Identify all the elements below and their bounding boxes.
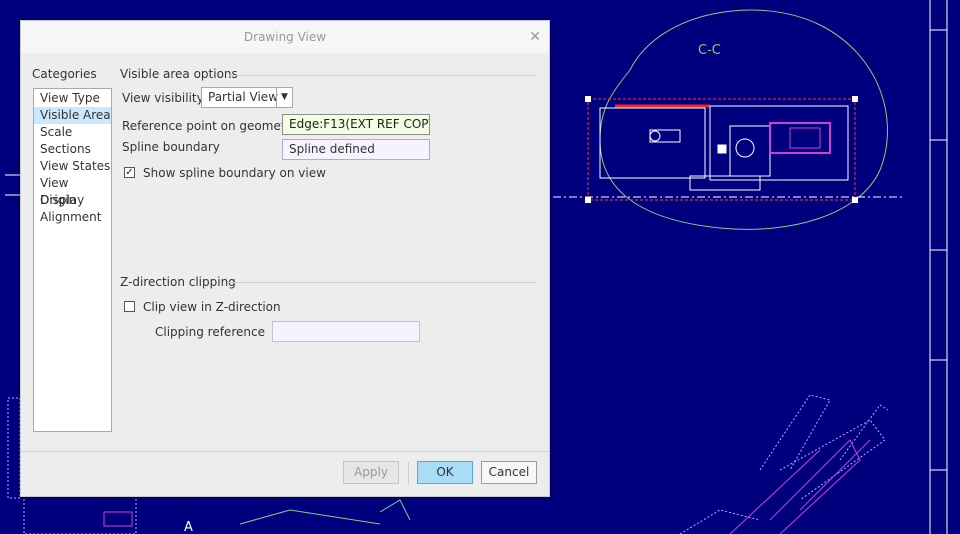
dialog-titlebar[interactable]: Drawing View ✕ xyxy=(21,21,549,53)
category-view-type[interactable]: View Type xyxy=(34,90,111,107)
chevron-down-icon[interactable]: ▼ xyxy=(276,88,292,107)
isometric-part-magenta xyxy=(729,439,871,534)
category-origin[interactable]: Origin xyxy=(34,192,111,209)
view-visibility-label: View visibility xyxy=(122,91,204,105)
close-icon[interactable]: ✕ xyxy=(529,21,541,53)
handle-tr[interactable] xyxy=(852,96,858,102)
categories-label: Categories xyxy=(32,67,97,81)
cancel-button[interactable]: Cancel xyxy=(481,461,537,484)
dialog-title: Drawing View xyxy=(243,30,327,44)
clipping-reference-label: Clipping reference xyxy=(155,325,265,339)
isometric-part xyxy=(679,394,889,534)
footer-separator xyxy=(21,451,549,452)
apply-button[interactable]: Apply xyxy=(343,461,399,484)
small-part-magenta xyxy=(103,511,133,527)
show-spline-label[interactable]: Show spline boundary on view xyxy=(143,166,326,180)
handle-br[interactable] xyxy=(852,197,858,203)
drawing-border xyxy=(929,0,948,534)
category-alignment[interactable]: Alignment xyxy=(34,209,111,226)
spline-boundary[interactable] xyxy=(599,9,888,230)
category-visible-area[interactable]: Visible Area xyxy=(34,107,111,124)
view-visibility-value: Partial View xyxy=(208,90,279,104)
handle-bl[interactable] xyxy=(585,197,591,203)
z-clipping-group-label: Z-direction clipping xyxy=(120,275,236,289)
button-divider xyxy=(408,462,409,484)
spline-boundary-label: Spline boundary xyxy=(122,140,220,154)
spline-boundary-field[interactable]: Spline defined xyxy=(282,139,430,160)
ok-button[interactable]: OK xyxy=(417,461,473,484)
clip-z-checkbox[interactable] xyxy=(124,301,135,312)
view-visibility-dropdown[interactable]: Partial View ▼ xyxy=(201,87,293,108)
visible-area-group-label: Visible area options xyxy=(120,67,238,81)
category-view-states[interactable]: View States xyxy=(34,158,111,175)
category-view-display[interactable]: View Display xyxy=(34,175,111,207)
reference-point-field[interactable]: Edge:F13(EXT REF COPY G xyxy=(282,114,430,135)
z-group-separator xyxy=(229,282,537,283)
handle-tl[interactable] xyxy=(585,96,591,102)
left-edge-marks xyxy=(5,174,20,196)
categories-list[interactable]: View Type Visible Area Scale Sections Vi… xyxy=(33,88,112,432)
lower-center-part xyxy=(239,499,411,525)
view-letter-a: A xyxy=(184,520,193,534)
group-separator xyxy=(229,75,537,76)
drawing-view-dialog: Drawing View ✕ Categories View Type Visi… xyxy=(20,20,550,497)
clipping-reference-field[interactable] xyxy=(272,321,420,342)
clip-z-label[interactable]: Clip view in Z-direction xyxy=(143,300,281,314)
reference-point-label: Reference point on geometry xyxy=(122,119,298,133)
category-scale[interactable]: Scale xyxy=(34,124,111,141)
section-label: C-C xyxy=(698,43,721,58)
category-sections[interactable]: Sections xyxy=(34,141,111,158)
show-spline-checkbox[interactable]: ✓ xyxy=(124,167,135,178)
